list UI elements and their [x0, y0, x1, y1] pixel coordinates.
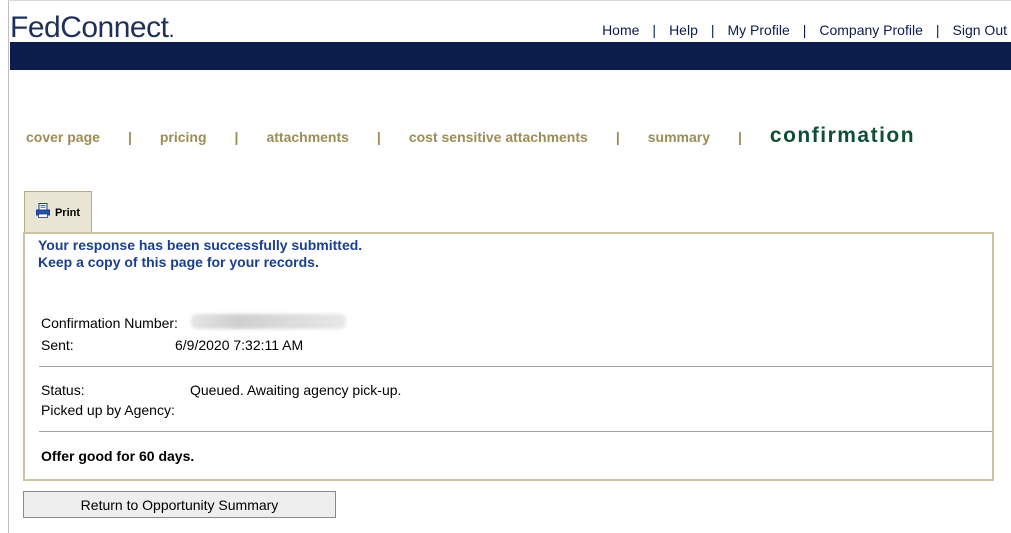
status-value: Queued. Awaiting agency pick-up. — [190, 382, 402, 398]
step-separator: | — [615, 129, 620, 145]
status-label: Status: — [41, 382, 85, 398]
success-message-line-2: Keep a copy of this page for your record… — [38, 254, 319, 270]
picked-up-row: Picked up by Agency: — [41, 402, 175, 418]
nav-separator: | — [935, 22, 940, 38]
confirmation-number-label: Confirmation Number: — [41, 315, 178, 331]
nav-my-profile-link[interactable]: My Profile — [728, 22, 790, 38]
step-attachments[interactable]: attachments — [266, 129, 348, 145]
step-separator: | — [127, 129, 132, 145]
confirmation-panel: Your response has been successfully subm… — [23, 232, 994, 481]
success-message: Your response has been successfully subm… — [38, 237, 362, 271]
divider — [39, 431, 992, 432]
left-border — [8, 0, 9, 533]
printer-icon — [35, 202, 50, 223]
step-confirmation: confirmation — [769, 124, 916, 147]
confirmation-number-redacted — [191, 314, 346, 329]
nav-company-profile-link[interactable]: Company Profile — [819, 22, 923, 38]
nav-separator: | — [802, 22, 807, 38]
step-nav: cover page | pricing | attachments | cos… — [26, 124, 915, 148]
nav-help-link[interactable]: Help — [669, 22, 698, 38]
nav-sign-out-link[interactable]: Sign Out — [953, 22, 1007, 38]
sent-label: Sent: — [41, 337, 74, 353]
nav-separator: | — [652, 22, 657, 38]
step-summary[interactable]: summary — [648, 129, 710, 145]
success-message-line-1: Your response has been successfully subm… — [38, 237, 363, 253]
logo-text: FedConnect — [10, 11, 169, 44]
step-separator: | — [738, 129, 742, 145]
offer-validity-text: Offer good for 60 days. — [41, 448, 195, 464]
sent-value: 6/9/2020 7:32:11 AM — [175, 337, 304, 353]
confirmation-number-row: Confirmation Number: — [41, 314, 346, 331]
picked-up-label: Picked up by Agency: — [41, 402, 175, 418]
nav-home-link[interactable]: Home — [602, 22, 639, 38]
step-pricing[interactable]: pricing — [160, 129, 207, 145]
top-nav: Home | Help | My Profile | Company Profi… — [602, 22, 1007, 38]
return-to-opportunity-summary-button[interactable]: Return to Opportunity Summary — [23, 491, 336, 518]
step-separator: | — [376, 129, 381, 145]
status-row: Status: Queued. Awaiting agency pick-up. — [41, 382, 401, 398]
header-band — [10, 42, 1011, 70]
nav-separator: | — [710, 22, 715, 38]
step-cover-page[interactable]: cover page — [26, 129, 100, 145]
top-border — [8, 0, 1011, 1]
divider — [39, 366, 992, 367]
print-label: Print — [54, 206, 81, 219]
step-cost-sensitive-attachments[interactable]: cost sensitive attachments — [409, 129, 588, 145]
sent-row: Sent: 6/9/2020 7:32:11 AM — [41, 337, 303, 353]
step-separator: | — [234, 129, 239, 145]
print-button[interactable]: Print — [24, 191, 92, 233]
logo-mark: . — [168, 17, 175, 42]
